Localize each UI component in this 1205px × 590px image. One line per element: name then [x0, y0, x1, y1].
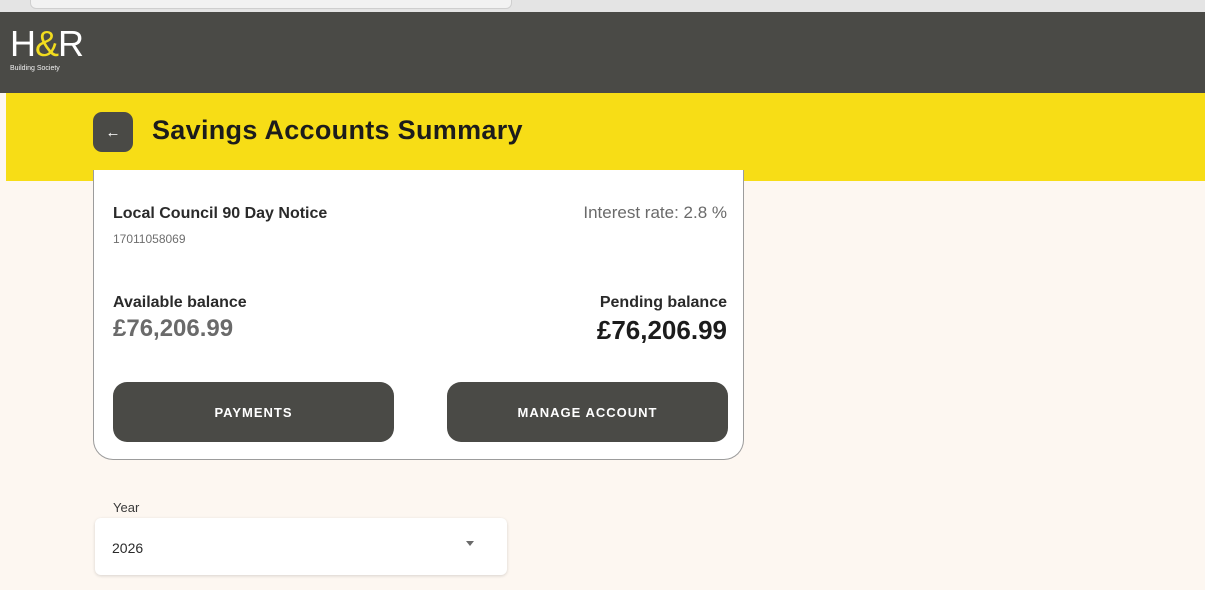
logo-subtitle: Building Society [10, 65, 60, 72]
year-label: Year [113, 500, 140, 515]
pending-balance-label: Pending balance [599, 294, 727, 311]
pending-balance-value: £76,206.99 [596, 315, 727, 345]
brand-logo[interactable]: H&R Building Society [10, 23, 84, 73]
account-card: Local Council 90 Day Notice 17011058069 … [93, 170, 744, 460]
back-arrow-icon: ← [105, 123, 121, 141]
manage-account-button[interactable]: MANAGE ACCOUNT [447, 382, 728, 442]
account-number: 17011058069 [113, 232, 186, 246]
back-button[interactable]: ← [93, 112, 133, 152]
dropdown-caret-icon [466, 541, 474, 546]
account-name: Local Council 90 Day Notice [113, 205, 328, 222]
page-title-bar: ← Savings Accounts Summary [6, 93, 1205, 181]
top-header: H&R Building Society [0, 12, 1205, 93]
payments-button[interactable]: PAYMENTS [113, 382, 394, 442]
logo-mark: H&R [10, 23, 84, 64]
page-title: Savings Accounts Summary [152, 115, 523, 145]
year-selected-value: 2026 [112, 540, 144, 556]
browser-tab[interactable] [30, 0, 512, 9]
available-balance-label: Available balance [113, 294, 247, 311]
logo-letter-h: H [10, 23, 36, 64]
logo-ampersand: & [35, 23, 59, 64]
logo-letter-r: R [58, 23, 84, 64]
year-select[interactable]: 2026 [95, 518, 507, 575]
interest-rate: Interest rate: 2.8 % [583, 203, 727, 222]
available-balance-value: £76,206.99 [113, 315, 234, 342]
